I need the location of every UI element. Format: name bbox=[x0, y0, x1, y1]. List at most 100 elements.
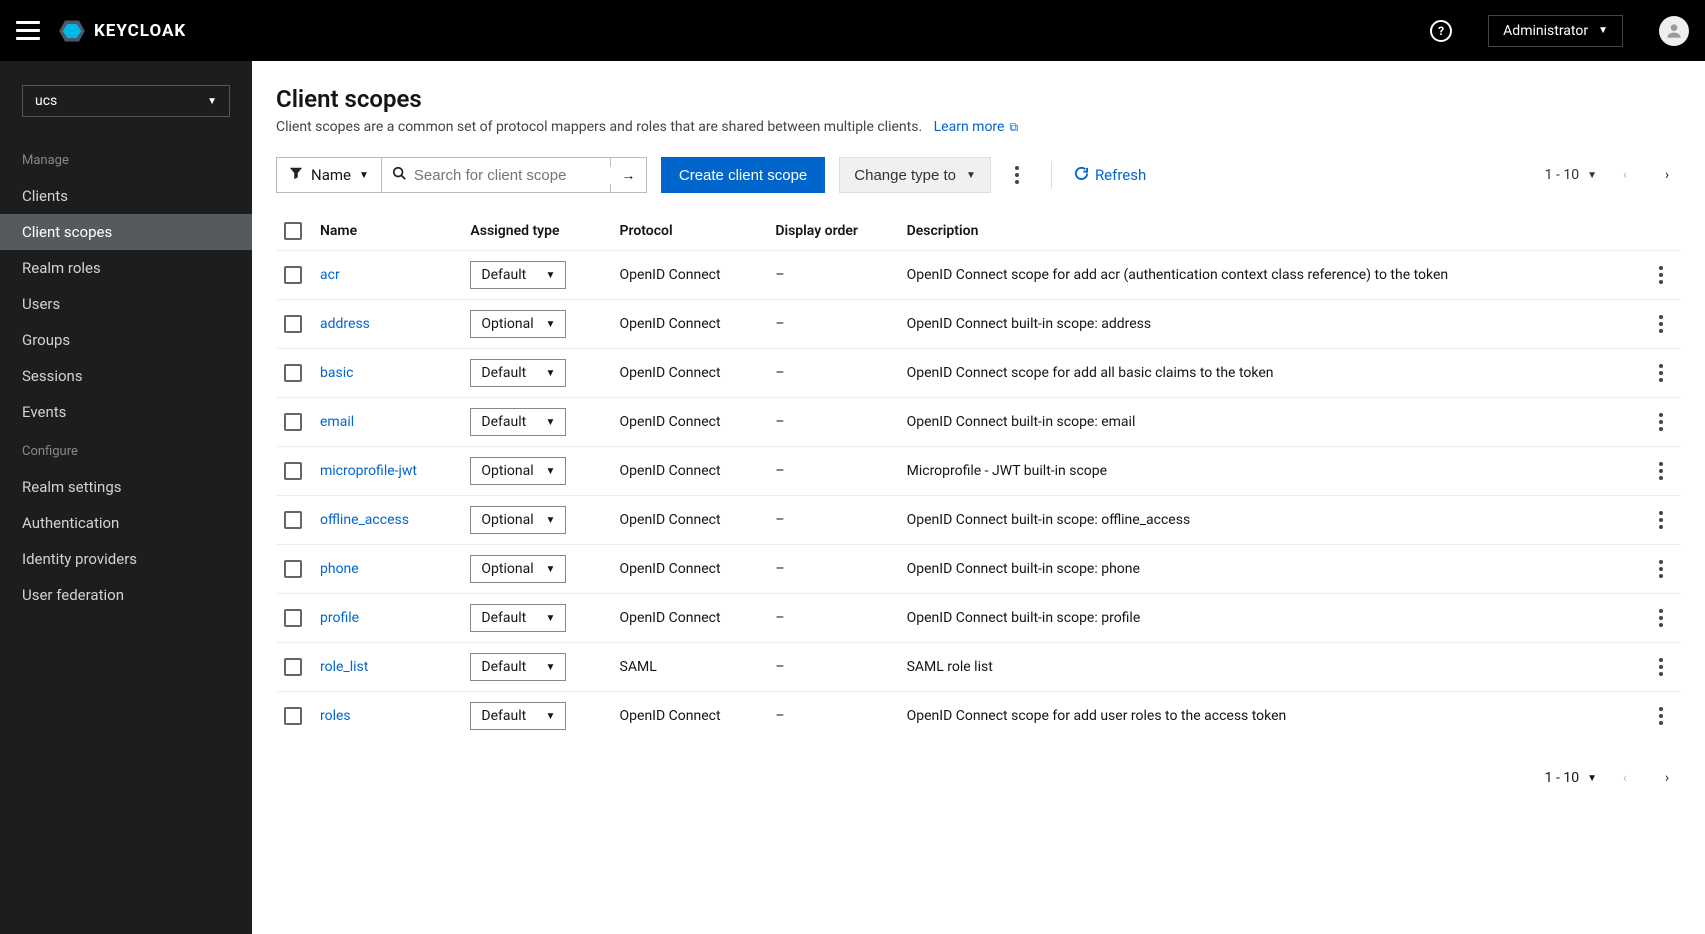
create-client-scope-button[interactable]: Create client scope bbox=[661, 157, 825, 193]
row-kebab-menu[interactable] bbox=[1649, 560, 1673, 578]
description-cell: OpenID Connect built-in scope: address bbox=[899, 300, 1641, 349]
select-all-checkbox[interactable] bbox=[284, 222, 302, 240]
assigned-type-select[interactable]: Optional ▼ bbox=[470, 555, 566, 583]
scope-name-link[interactable]: role_list bbox=[320, 659, 368, 675]
row-kebab-menu[interactable] bbox=[1649, 315, 1673, 333]
scope-name-link[interactable]: microprofile-jwt bbox=[320, 463, 417, 479]
sidebar-item-groups[interactable]: Groups bbox=[0, 322, 252, 358]
row-checkbox[interactable] bbox=[284, 462, 302, 480]
assigned-type-select[interactable]: Optional ▼ bbox=[470, 457, 566, 485]
display-order-cell: – bbox=[767, 545, 898, 594]
assigned-type-select[interactable]: Default ▼ bbox=[470, 653, 566, 681]
row-kebab-menu[interactable] bbox=[1649, 707, 1673, 725]
page-range-dropdown[interactable]: 1 - 10 ▼ bbox=[1545, 770, 1597, 786]
help-icon[interactable]: ? bbox=[1430, 20, 1452, 42]
assigned-type-select[interactable]: Optional ▼ bbox=[470, 506, 566, 534]
row-checkbox[interactable] bbox=[284, 266, 302, 284]
description-cell: OpenID Connect built-in scope: profile bbox=[899, 594, 1641, 643]
caret-down-icon: ▼ bbox=[546, 270, 556, 281]
row-checkbox[interactable] bbox=[284, 707, 302, 725]
row-checkbox[interactable] bbox=[284, 560, 302, 578]
assigned-type-select[interactable]: Default ▼ bbox=[470, 702, 566, 730]
row-kebab-menu[interactable] bbox=[1649, 609, 1673, 627]
row-checkbox[interactable] bbox=[284, 413, 302, 431]
row-checkbox[interactable] bbox=[284, 511, 302, 529]
sidebar-item-user-federation[interactable]: User federation bbox=[0, 577, 252, 613]
page-title: Client scopes bbox=[276, 85, 1681, 113]
row-kebab-menu[interactable] bbox=[1649, 364, 1673, 382]
top-header: KEYCLOAK ? Administrator ▼ bbox=[0, 0, 1705, 61]
caret-down-icon: ▼ bbox=[1598, 25, 1608, 36]
avatar[interactable] bbox=[1659, 16, 1689, 46]
scope-name-link[interactable]: basic bbox=[320, 365, 353, 381]
scope-name-link[interactable]: roles bbox=[320, 708, 351, 724]
assigned-type-select[interactable]: Default ▼ bbox=[470, 359, 566, 387]
row-kebab-menu[interactable] bbox=[1649, 462, 1673, 480]
protocol-cell: SAML bbox=[612, 643, 768, 692]
sidebar-item-identity-providers[interactable]: Identity providers bbox=[0, 541, 252, 577]
pager-prev-button[interactable]: ‹ bbox=[1611, 764, 1639, 792]
caret-down-icon: ▼ bbox=[966, 170, 976, 181]
search-box bbox=[381, 157, 611, 193]
search-input[interactable] bbox=[414, 167, 613, 184]
sidebar-section-manage: Manage bbox=[0, 139, 252, 178]
description-cell: OpenID Connect built-in scope: email bbox=[899, 398, 1641, 447]
change-type-dropdown[interactable]: Change type to ▼ bbox=[839, 157, 991, 193]
table-row: profile Default ▼ OpenID Connect – OpenI… bbox=[276, 594, 1681, 643]
col-display-order: Display order bbox=[767, 212, 898, 251]
row-kebab-menu[interactable] bbox=[1649, 658, 1673, 676]
chevron-left-icon: ‹ bbox=[1623, 770, 1627, 786]
caret-down-icon: ▼ bbox=[546, 564, 556, 575]
realm-selected-value: ucs bbox=[35, 93, 57, 109]
caret-down-icon: ▼ bbox=[1587, 170, 1597, 181]
pager-next-button[interactable]: › bbox=[1653, 161, 1681, 189]
sidebar-item-client-scopes[interactable]: Client scopes bbox=[0, 214, 252, 250]
scope-name-link[interactable]: offline_access bbox=[320, 512, 409, 528]
sidebar-item-users[interactable]: Users bbox=[0, 286, 252, 322]
sidebar-item-clients[interactable]: Clients bbox=[0, 178, 252, 214]
display-order-cell: – bbox=[767, 300, 898, 349]
assigned-type-select[interactable]: Optional ▼ bbox=[470, 310, 566, 338]
scope-name-link[interactable]: address bbox=[320, 316, 370, 332]
row-checkbox[interactable] bbox=[284, 315, 302, 333]
external-link-icon: ⧉ bbox=[1006, 120, 1018, 134]
brand-text: KEYCLOAK bbox=[94, 21, 186, 41]
sidebar-item-realm-settings[interactable]: Realm settings bbox=[0, 469, 252, 505]
refresh-button[interactable]: Refresh bbox=[1074, 166, 1146, 185]
learn-more-link[interactable]: Learn more ⧉ bbox=[934, 119, 1018, 135]
scope-name-link[interactable]: acr bbox=[320, 267, 340, 283]
assigned-type-select[interactable]: Default ▼ bbox=[470, 604, 566, 632]
assigned-type-select[interactable]: Default ▼ bbox=[470, 408, 566, 436]
row-checkbox[interactable] bbox=[284, 364, 302, 382]
description-cell: OpenID Connect scope for add user roles … bbox=[899, 692, 1641, 741]
sidebar-item-sessions[interactable]: Sessions bbox=[0, 358, 252, 394]
row-checkbox[interactable] bbox=[284, 658, 302, 676]
row-checkbox[interactable] bbox=[284, 609, 302, 627]
row-kebab-menu[interactable] bbox=[1649, 511, 1673, 529]
row-kebab-menu[interactable] bbox=[1649, 266, 1673, 284]
scope-name-link[interactable]: phone bbox=[320, 561, 359, 577]
row-kebab-menu[interactable] bbox=[1649, 413, 1673, 431]
brand-logo[interactable]: KEYCLOAK bbox=[58, 17, 186, 45]
assigned-type-select[interactable]: Default ▼ bbox=[470, 261, 566, 289]
pager-prev-button[interactable]: ‹ bbox=[1611, 161, 1639, 189]
search-submit-button[interactable]: → bbox=[611, 157, 647, 193]
sidebar-item-realm-roles[interactable]: Realm roles bbox=[0, 250, 252, 286]
display-order-cell: – bbox=[767, 447, 898, 496]
scope-name-link[interactable]: profile bbox=[320, 610, 359, 626]
sidebar-item-events[interactable]: Events bbox=[0, 394, 252, 430]
filter-dropdown[interactable]: Name ▼ bbox=[276, 157, 381, 193]
top-pager: 1 - 10 ▼ ‹ › bbox=[1545, 161, 1681, 189]
pager-next-button[interactable]: › bbox=[1653, 764, 1681, 792]
hamburger-icon[interactable] bbox=[16, 19, 40, 43]
display-order-cell: – bbox=[767, 398, 898, 447]
main-content: Client scopes Client scopes are a common… bbox=[252, 61, 1705, 934]
sidebar-item-authentication[interactable]: Authentication bbox=[0, 505, 252, 541]
toolbar-kebab-menu[interactable] bbox=[1005, 166, 1029, 184]
realm-selector[interactable]: ucs ▼ bbox=[22, 85, 230, 117]
page-range-dropdown[interactable]: 1 - 10 ▼ bbox=[1545, 167, 1597, 183]
user-menu[interactable]: Administrator ▼ bbox=[1488, 15, 1623, 47]
scope-name-link[interactable]: email bbox=[320, 414, 354, 430]
caret-down-icon: ▼ bbox=[546, 711, 556, 722]
caret-down-icon: ▼ bbox=[546, 319, 556, 330]
